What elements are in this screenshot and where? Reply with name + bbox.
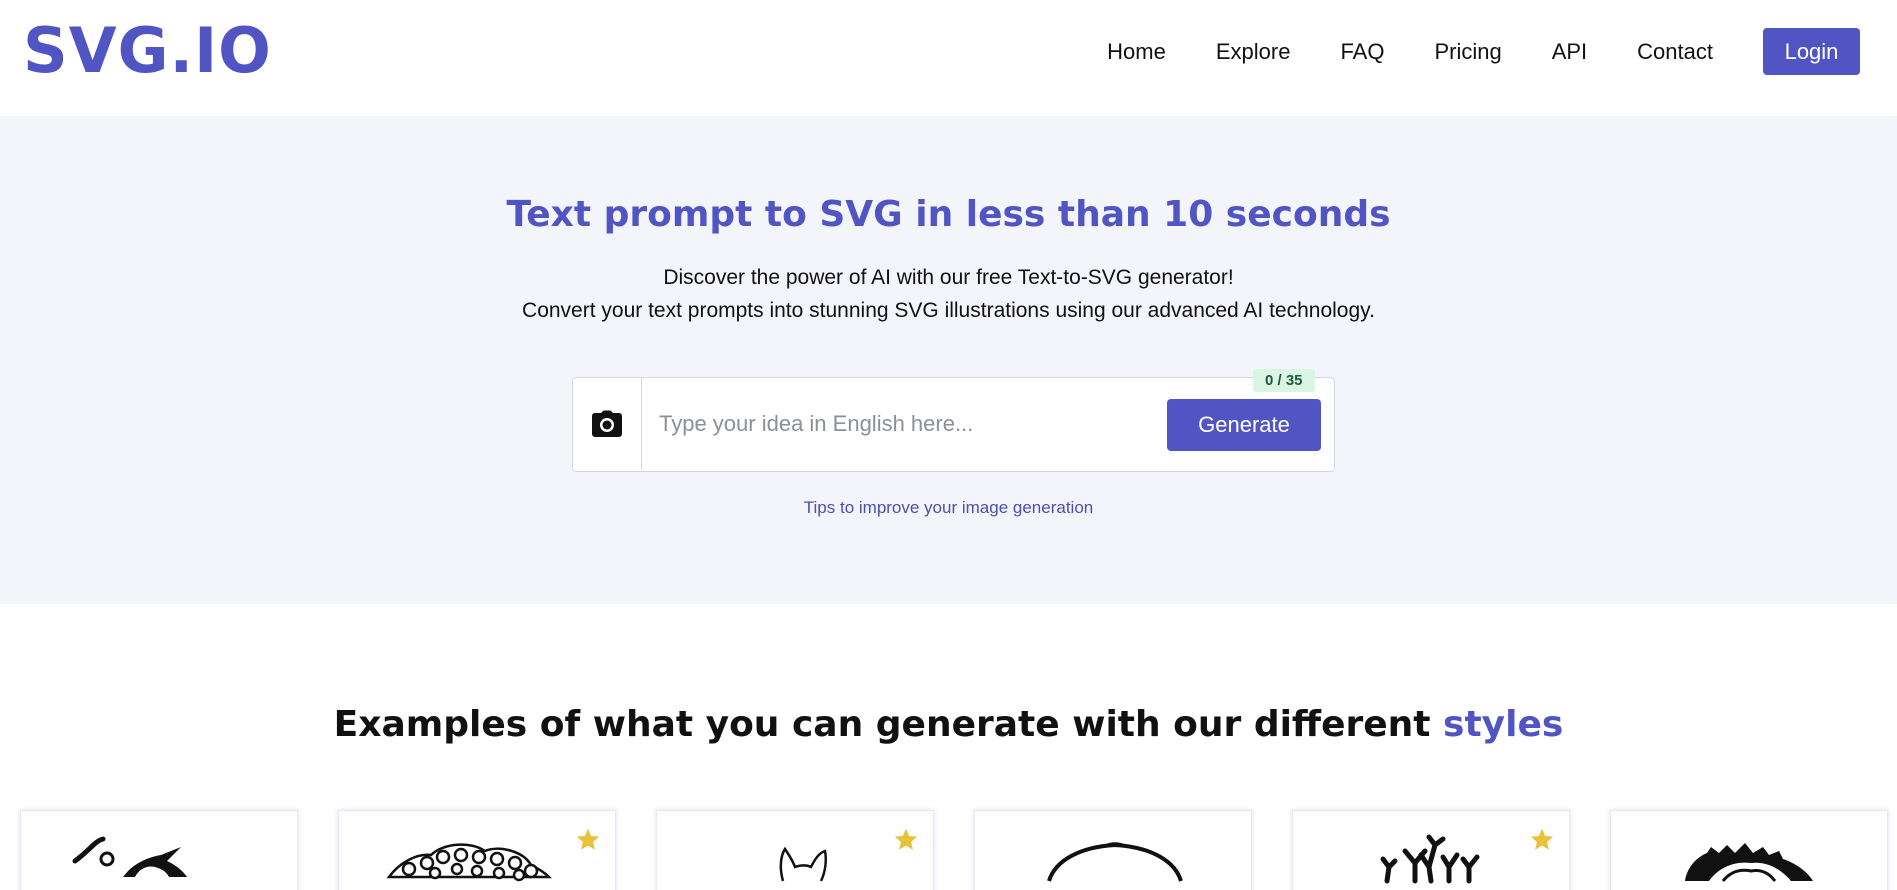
star-icon[interactable] [893,827,919,853]
examples-title-accent: styles [1443,704,1564,745]
generate-button[interactable]: Generate [1167,399,1321,451]
examples-title: Examples of what you can generate with o… [0,702,1897,748]
prompt-box: Generate 0 / 35 [572,369,1335,472]
nav-faq[interactable]: FAQ [1340,28,1384,75]
hero-section: Text prompt to SVG in less than 10 secon… [0,116,1897,604]
nav-api[interactable]: API [1552,28,1587,75]
example-card-witch[interactable] [20,810,298,890]
nav-explore[interactable]: Explore [1216,28,1291,75]
camera-icon [592,410,622,437]
image-upload-button[interactable] [573,378,642,470]
tips-link[interactable]: Tips to improve your image generation [0,498,1897,518]
nav-home[interactable]: Home [1107,28,1166,75]
star-icon[interactable] [575,827,601,853]
star-icon[interactable] [1529,827,1555,853]
nav-pricing[interactable]: Pricing [1434,28,1501,75]
site-header: SVG.IO Home Explore FAQ Pricing API Cont… [0,0,1897,116]
furry-creature-illustration [1685,843,1813,882]
example-card-round-object[interactable] [974,810,1252,890]
login-button[interactable]: Login [1763,28,1860,75]
hero-subtitle-line1: Discover the power of AI with our free T… [663,266,1234,289]
example-card-flower-bush[interactable] [338,810,616,890]
witch-illustration [72,836,187,877]
examples-gallery [0,810,1897,890]
example-card-furry-creature[interactable] [1610,810,1888,890]
character-counter-badge: 0 / 35 [1253,369,1315,392]
examples-title-text: Examples of what you can generate with o… [333,704,1444,745]
hero-title: Text prompt to SVG in less than 10 secon… [506,194,1391,235]
main-nav: Home Explore FAQ Pricing API Contact Log… [1107,28,1860,75]
example-card-fox[interactable] [656,810,934,890]
example-card-bare-tree[interactable] [1292,810,1570,890]
site-logo[interactable]: SVG.IO [23,14,272,88]
prompt-input[interactable] [655,400,1145,448]
round-object-illustration [1047,842,1183,882]
hero-subtitle-line2: Convert your text prompts into stunning … [522,299,1375,322]
nav-contact[interactable]: Contact [1637,28,1713,75]
